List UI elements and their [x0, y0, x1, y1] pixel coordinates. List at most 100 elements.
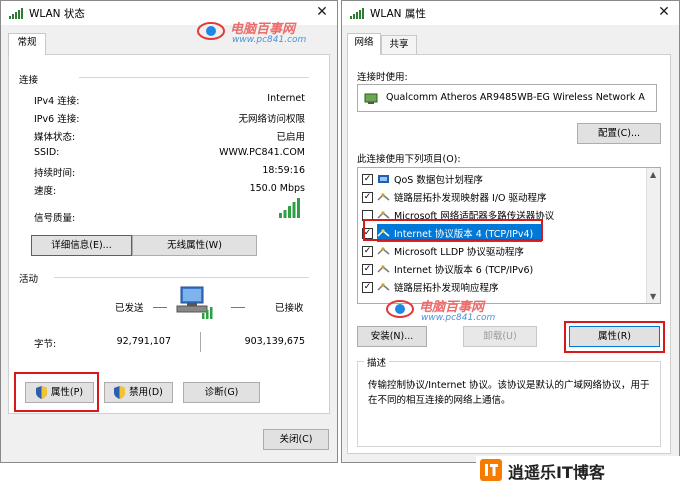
- tab-sharing[interactable]: 共享: [381, 35, 417, 55]
- row-value: WWW.PC841.COM: [219, 147, 305, 158]
- checkbox[interactable]: ✓: [362, 281, 373, 293]
- activity-header: 活动: [19, 274, 39, 285]
- install-button-label: 安装(N)...: [370, 331, 414, 342]
- details-button[interactable]: 详细信息(E)...: [31, 235, 132, 256]
- received-label: 已接收: [275, 303, 304, 314]
- tab-label: 网络: [354, 37, 374, 48]
- list-item-label: Internet 协议版本 6 (TCP/IPv6): [394, 265, 534, 276]
- wireless-properties-button-label: 无线属性(W): [167, 240, 222, 251]
- protocol-icon: [377, 193, 390, 201]
- diagnose-button-label: 诊断(G): [204, 387, 239, 398]
- row-value: 已启用: [276, 132, 305, 143]
- window-title: WLAN 属性: [370, 8, 426, 20]
- network-icon: [350, 8, 364, 19]
- wlan-properties-dialog: WLAN 属性 ✕ 网络 共享 连接时使用: Qualcomm Atheros …: [341, 0, 680, 463]
- close-icon[interactable]: ✕: [313, 3, 331, 21]
- items-label: 此连接使用下列项目(O):: [357, 154, 461, 165]
- highlight-ipv4: [363, 219, 543, 241]
- scroll-down-icon[interactable]: ▼: [650, 292, 656, 301]
- site-logo-icon: [197, 22, 225, 40]
- brand-logo-icon: [480, 459, 502, 481]
- general-panel: 连接 IPv4 连接: Internet IPv6 连接: 无网络访问权限 媒体…: [8, 54, 330, 414]
- uninstall-button-label: 卸载(U): [483, 331, 517, 342]
- network-adapter-icon: [364, 93, 378, 104]
- scroll-up-icon[interactable]: ▲: [650, 170, 656, 179]
- details-button-label: 详细信息(E)...: [51, 240, 112, 251]
- configure-button-label: 配置(C)...: [597, 128, 641, 139]
- bytes-sent-value: 92,791,107: [116, 336, 171, 347]
- row-value: 150.0 Mbps: [249, 183, 305, 194]
- list-item-label: 链路层拓扑发现映射器 I/O 驱动程序: [394, 193, 547, 204]
- row-label: 媒体状态:: [34, 132, 76, 143]
- close-icon[interactable]: ✕: [655, 3, 673, 21]
- brand-text: 逍遥乐IT博客: [508, 463, 605, 482]
- list-item[interactable]: ✓ 链路层拓扑发现响应程序: [362, 278, 644, 296]
- site-url: www.pc841.com: [421, 313, 496, 323]
- protocol-icon: [377, 247, 390, 255]
- row-value: 18:59:16: [262, 165, 305, 176]
- row-label: 速度:: [34, 186, 57, 197]
- row-label: 持续时间:: [34, 168, 76, 179]
- diagnose-button[interactable]: 诊断(G): [183, 382, 260, 403]
- list-scrollbar[interactable]: ▲ ▼: [646, 168, 660, 303]
- divider: [54, 277, 309, 278]
- list-item[interactable]: ✓ QoS 数据包计划程序: [362, 170, 644, 188]
- uac-shield-icon: [114, 386, 126, 399]
- network-icon: [9, 8, 23, 19]
- description-group: 描述 传输控制协议/Internet 协议。该协议是默认的广域网络协议，用于在不…: [357, 355, 661, 447]
- signal-quality-label: 信号质量:: [34, 213, 76, 224]
- list-item[interactable]: ✓ Microsoft LLDP 协议驱动程序: [362, 242, 644, 260]
- install-button[interactable]: 安装(N)...: [357, 326, 427, 347]
- bytes-divider: [200, 332, 201, 352]
- qos-icon: [378, 175, 389, 183]
- list-item-label: Microsoft LLDP 协议驱动程序: [394, 247, 524, 258]
- checkbox[interactable]: ✓: [362, 191, 373, 203]
- description-text: 传输控制协议/Internet 协议。该协议是默认的广域网络协议，用于在不同的相…: [368, 380, 650, 406]
- close-button[interactable]: 关闭(C): [263, 429, 329, 450]
- bottom-brand: 逍遥乐IT博客: [476, 456, 680, 485]
- row-label: IPv4 连接:: [34, 96, 80, 107]
- adapter-name: Qualcomm Atheros AR9485WB-EG Wireless Ne…: [386, 92, 645, 103]
- row-value: Internet: [267, 93, 305, 104]
- wlan-status-dialog: WLAN 状态 ✕ 常规 连接 IPv4 连接: Internet IPv6 连…: [0, 0, 338, 463]
- tab-label: 共享: [389, 39, 409, 50]
- configure-button[interactable]: 配置(C)...: [577, 123, 661, 144]
- row-label: IPv6 连接:: [34, 114, 80, 125]
- highlight-properties: [564, 321, 665, 353]
- site-logo-icon: [386, 300, 414, 318]
- checkbox[interactable]: ✓: [362, 173, 373, 185]
- checkbox[interactable]: ✓: [362, 263, 373, 275]
- checkbox[interactable]: ✓: [362, 245, 373, 257]
- list-item-label: QoS 数据包计划程序: [394, 175, 483, 186]
- close-button-label: 关闭(C): [279, 434, 313, 445]
- tab-general[interactable]: 常规: [8, 33, 46, 55]
- disable-button-label: 禁用(D): [129, 387, 163, 398]
- connection-header: 连接: [19, 75, 39, 86]
- bytes-label: 字节:: [34, 339, 57, 350]
- highlight-properties: [14, 372, 99, 412]
- list-item[interactable]: ✓ Internet 协议版本 6 (TCP/IPv6): [362, 260, 644, 278]
- window-title: WLAN 状态: [29, 8, 85, 20]
- wireless-properties-button[interactable]: 无线属性(W): [132, 235, 257, 256]
- disable-button[interactable]: 禁用(D): [104, 382, 173, 403]
- protocol-icon: [377, 265, 390, 273]
- divider: [79, 77, 309, 78]
- connect-using-label: 连接时使用:: [357, 72, 408, 83]
- list-item-label: 链路层拓扑发现响应程序: [394, 283, 499, 294]
- sent-line: [153, 307, 167, 308]
- tab-network[interactable]: 网络: [347, 33, 381, 55]
- description-header: 描述: [364, 355, 390, 369]
- network-panel: 连接时使用: Qualcomm Atheros AR9485WB-EG Wire…: [347, 54, 671, 454]
- title-bar: WLAN 属性 ✕: [342, 1, 679, 25]
- list-item[interactable]: ✓ 链路层拓扑发现映射器 I/O 驱动程序: [362, 188, 644, 206]
- uninstall-button[interactable]: 卸载(U): [463, 326, 537, 347]
- protocol-icon: [377, 283, 390, 291]
- received-line: [231, 307, 245, 308]
- row-label: SSID:: [34, 147, 60, 158]
- site-url: www.pc841.com: [232, 35, 307, 45]
- row-value: 无网络访问权限: [238, 114, 305, 125]
- bytes-received-value: 903,139,675: [244, 336, 305, 347]
- sent-label: 已发送: [115, 303, 144, 314]
- tab-label: 常规: [17, 37, 37, 48]
- adapter-box: Qualcomm Atheros AR9485WB-EG Wireless Ne…: [357, 84, 657, 112]
